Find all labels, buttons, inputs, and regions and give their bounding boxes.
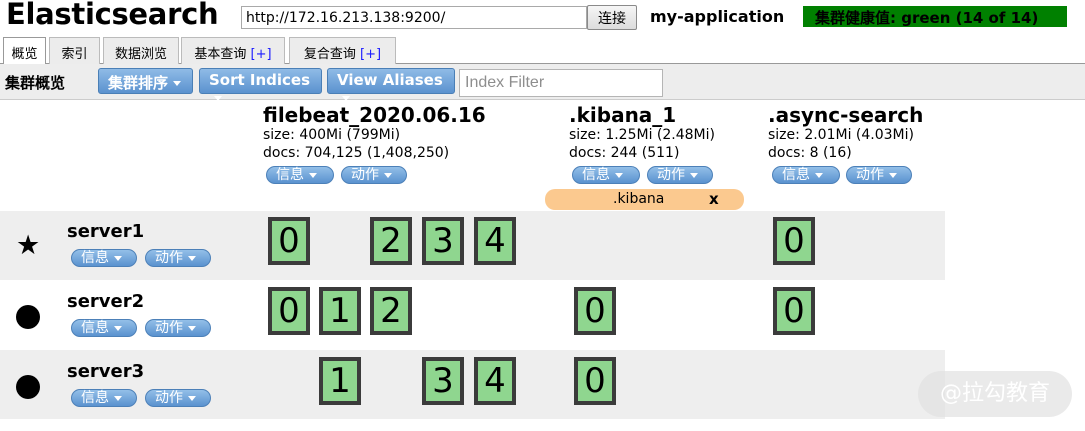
button-label: 动作 — [657, 167, 685, 183]
index-name: .kibana_1 — [569, 103, 677, 127]
caret-down-icon — [214, 96, 222, 101]
button-label: 动作 — [351, 167, 379, 183]
button-label: 信息 — [782, 167, 810, 183]
toolbar-title: 集群概览 — [5, 74, 66, 92]
circle-icon — [16, 305, 40, 329]
index-docs: docs: 704,125 (1,408,250) — [263, 145, 450, 161]
shard-box[interactable]: 4 — [474, 217, 516, 265]
index-info-button[interactable]: 信息 — [772, 166, 840, 184]
button-label: 信息 — [81, 320, 109, 336]
shard-box[interactable]: 0 — [574, 287, 616, 335]
shard-box[interactable]: 2 — [370, 217, 412, 265]
button-label: View Aliases — [337, 71, 443, 89]
index-size: size: 400Mi (799Mi) — [263, 127, 401, 143]
view-aliases-button[interactable]: View Aliases — [327, 68, 455, 101]
tab-add-link[interactable]: [+] — [251, 47, 272, 62]
caret-down-icon — [114, 395, 122, 401]
shard-box[interactable]: 3 — [422, 217, 464, 265]
caret-down-icon — [114, 255, 122, 261]
connect-button[interactable]: 连接 — [587, 5, 637, 30]
caret-down-icon — [188, 255, 196, 261]
tab-data-browser[interactable]: 数据浏览 — [103, 37, 179, 64]
button-label: 动作 — [155, 320, 183, 336]
caret-down-icon — [188, 325, 196, 331]
node-action-button[interactable]: 动作 — [145, 249, 211, 267]
button-label: 信息 — [276, 167, 304, 183]
alias-tag: .kibana x — [545, 189, 744, 210]
tab-add-link[interactable]: [+] — [360, 47, 381, 62]
watermark: @拉勾教育 — [918, 371, 1072, 417]
button-label: 动作 — [155, 390, 183, 406]
caret-down-icon — [188, 395, 196, 401]
index-size: size: 2.01Mi (4.03Mi) — [768, 127, 914, 143]
button-label: 集群排序 — [108, 73, 169, 92]
button-label: Sort Indices — [209, 71, 311, 89]
shard-box[interactable]: 0 — [574, 357, 616, 405]
caret-down-icon — [815, 172, 823, 178]
cluster-name: my-application — [650, 7, 785, 26]
cluster-health-badge: 集群健康值: green (14 of 14) — [803, 6, 1067, 27]
shard-box[interactable]: 1 — [319, 357, 361, 405]
sort-cluster-button[interactable]: 集群排序 — [98, 68, 193, 94]
shard-box[interactable]: 3 — [422, 357, 464, 405]
node-action-button[interactable]: 动作 — [145, 389, 211, 407]
shard-box[interactable]: 4 — [474, 357, 516, 405]
app-title: Elasticsearch — [6, 0, 219, 31]
sort-indices-button[interactable]: Sort Indices — [199, 68, 322, 101]
button-label: 动作 — [155, 250, 183, 266]
caret-down-icon — [309, 172, 317, 178]
shard-box[interactable]: 1 — [319, 287, 361, 335]
shard-box[interactable]: 0 — [773, 217, 815, 265]
index-docs: docs: 8 (16) — [768, 145, 852, 161]
caret-down-icon — [342, 96, 350, 101]
shard-box[interactable]: 0 — [268, 217, 310, 265]
index-action-button[interactable]: 动作 — [846, 166, 912, 184]
caret-down-icon — [889, 172, 897, 178]
caret-down-icon — [615, 172, 623, 178]
tab-label: 复合查询 — [303, 47, 361, 62]
button-label: 动作 — [856, 167, 884, 183]
caret-down-icon — [173, 80, 182, 86]
button-label: 信息 — [81, 250, 109, 266]
index-filter-input[interactable] — [459, 69, 663, 97]
node-info-button[interactable]: 信息 — [71, 389, 137, 407]
shard-box[interactable]: 0 — [773, 287, 815, 335]
caret-down-icon — [690, 172, 698, 178]
index-action-button[interactable]: 动作 — [341, 166, 407, 184]
star-icon: ★ — [16, 230, 41, 261]
tab-label: 基本查询 — [194, 47, 251, 62]
node-name: server2 — [67, 291, 145, 312]
button-label: 信息 — [81, 390, 109, 406]
tab-compound-query[interactable]: 复合查询 [+] — [289, 37, 396, 64]
caret-down-icon — [384, 172, 392, 178]
index-name: filebeat_2020.06.16 — [263, 103, 486, 127]
tab-overview[interactable]: 概览 — [3, 37, 46, 65]
index-docs: docs: 244 (511) — [569, 145, 680, 161]
caret-down-icon — [114, 325, 122, 331]
index-action-button[interactable]: 动作 — [647, 166, 713, 184]
button-label: 信息 — [582, 167, 610, 183]
shard-box[interactable]: 0 — [268, 287, 310, 335]
circle-icon — [16, 375, 40, 399]
alias-name: .kibana — [613, 191, 665, 207]
index-info-button[interactable]: 信息 — [266, 166, 334, 184]
index-size: size: 1.25Mi (2.48Mi) — [569, 127, 715, 143]
tab-label: 概览 — [11, 47, 38, 62]
node-name: server3 — [67, 361, 145, 382]
cluster-url-input[interactable] — [241, 6, 587, 29]
shard-box[interactable]: 2 — [370, 287, 412, 335]
tab-label: 索引 — [61, 47, 88, 62]
tab-label: 数据浏览 — [114, 47, 167, 62]
tab-basic-query[interactable]: 基本查询 [+] — [181, 37, 285, 64]
node-action-button[interactable]: 动作 — [145, 319, 211, 337]
tab-indices[interactable]: 索引 — [49, 37, 100, 64]
alias-close-icon[interactable]: x — [709, 190, 719, 208]
node-info-button[interactable]: 信息 — [71, 319, 137, 337]
node-info-button[interactable]: 信息 — [71, 249, 137, 267]
node-name: server1 — [67, 221, 145, 242]
index-name: .async-search — [768, 103, 924, 127]
index-info-button[interactable]: 信息 — [572, 166, 640, 184]
